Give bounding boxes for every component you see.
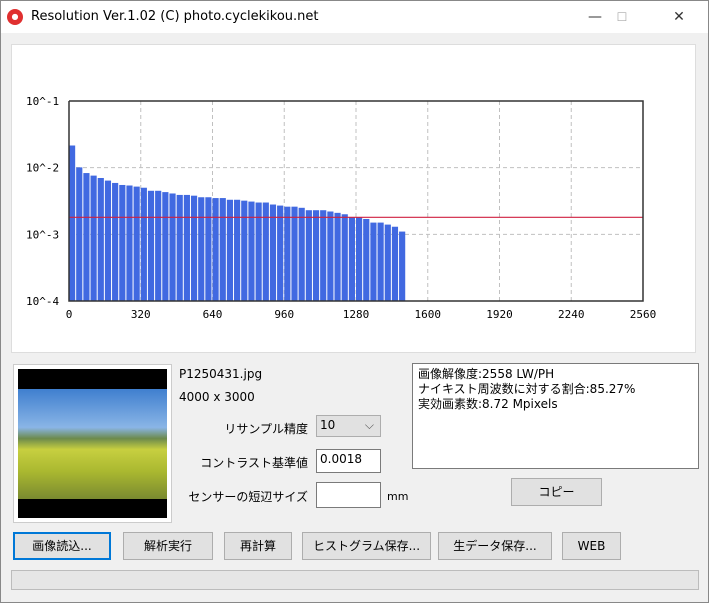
- save-raw-data-button[interactable]: 生データ保存...: [438, 532, 552, 560]
- x-tick-label: 320: [131, 308, 151, 321]
- load-image-button[interactable]: 画像読込...: [13, 532, 111, 560]
- histogram-bar: [305, 210, 312, 301]
- result-resolution: 画像解像度:2558 LW/PH: [418, 367, 555, 381]
- histogram-bar: [241, 200, 248, 301]
- result-textbox[interactable]: 画像解像度:2558 LW/PH ナイキスト周波数に対する割合:85.27% 実…: [412, 363, 699, 469]
- y-tick-label: 10^-1: [26, 95, 59, 108]
- histogram-bar: [391, 226, 399, 301]
- copy-button[interactable]: コピー: [511, 478, 602, 506]
- image-thumbnail: [13, 364, 172, 523]
- histogram-bar: [219, 198, 226, 301]
- progress-bar: [11, 570, 699, 590]
- camera-icon: ●: [7, 9, 23, 25]
- resample-value: 10: [320, 418, 336, 432]
- x-tick-label: 1920: [486, 308, 513, 321]
- contrast-label: コントラスト基準値: [200, 456, 308, 470]
- histogram-bar: [277, 205, 284, 301]
- histogram-bar: [269, 204, 277, 301]
- histogram-bar: [90, 175, 97, 301]
- close-button[interactable]: ✕: [656, 1, 702, 33]
- histogram-bar: [320, 210, 327, 301]
- maximize-button[interactable]: ☐: [599, 1, 645, 33]
- histogram-bar: [327, 211, 334, 301]
- histogram-bar: [190, 195, 198, 301]
- recalculate-button[interactable]: 再計算: [224, 532, 292, 560]
- histogram-bar: [133, 186, 140, 301]
- contrast-input[interactable]: 0.0018: [316, 449, 381, 473]
- resample-select[interactable]: 10 ⌵: [316, 415, 381, 437]
- histogram-bar: [284, 206, 291, 301]
- x-tick-label: 2560: [630, 308, 657, 321]
- y-tick-label: 10^-2: [26, 162, 59, 175]
- file-name: P1250431.jpg: [179, 367, 263, 381]
- sensor-unit: mm: [387, 490, 409, 503]
- histogram-bar: [341, 214, 348, 301]
- y-tick-label: 10^-3: [26, 228, 59, 241]
- x-tick-label: 1280: [343, 308, 370, 321]
- histogram-bar: [248, 201, 255, 301]
- histogram-bar: [112, 182, 119, 301]
- histogram-bar: [384, 224, 391, 301]
- result-effective-pixels: 実効画素数:8.72 Mpixels: [418, 397, 558, 411]
- histogram-bar: [205, 197, 212, 301]
- histogram-bar: [198, 197, 205, 301]
- chevron-down-icon: ⌵: [364, 418, 374, 432]
- x-tick-label: 0: [66, 308, 73, 321]
- histogram-bar: [83, 173, 90, 301]
- histogram-bar: [298, 207, 305, 301]
- histogram-chart-panel: 0 320 640 960 1280 1600 1920 2240 2560 10^-1 10^-2…: [11, 44, 696, 353]
- histogram-bar: [183, 194, 190, 301]
- x-tick-label: 640: [203, 308, 223, 321]
- histogram-bar: [377, 222, 384, 301]
- histogram-bar: [399, 231, 406, 301]
- resample-label: リサンプル精度: [224, 422, 308, 436]
- result-nyquist-ratio: ナイキスト周波数に対する割合:85.27%: [418, 382, 636, 396]
- x-tick-label: 2240: [558, 308, 585, 321]
- histogram-bar: [162, 192, 169, 301]
- y-tick-label: 10^-4: [26, 295, 59, 308]
- histogram-bar: [176, 194, 183, 301]
- sensor-size-label: センサーの短辺サイズ: [188, 490, 308, 504]
- web-button[interactable]: WEB: [562, 532, 621, 560]
- histogram-bar: [126, 185, 133, 301]
- save-histogram-button[interactable]: ヒストグラム保存...: [302, 532, 431, 560]
- histogram-bar: [312, 210, 320, 301]
- window-title: Resolution Ver.1.02 (C) photo.cyclekikou…: [31, 9, 319, 24]
- histogram-bar: [348, 217, 355, 301]
- histogram-chart: 0 320 640 960 1280 1600 1920 2240 2560 10^-1 10^-2…: [26, 95, 657, 321]
- title-bar: ● Resolution Ver.1.02 (C) photo.cyclekik…: [1, 1, 708, 33]
- histogram-bar: [155, 190, 162, 301]
- histogram-bar: [147, 190, 155, 301]
- thumbnail-photo: [18, 389, 167, 499]
- histogram-bar: [226, 199, 234, 301]
- histogram-bar: [119, 184, 126, 301]
- histogram-bar: [140, 187, 147, 301]
- sensor-size-input[interactable]: [316, 482, 381, 508]
- histogram-bar: [356, 217, 363, 301]
- histogram-bar: [169, 193, 176, 301]
- histogram-bar: [363, 218, 370, 301]
- histogram-bar: [212, 198, 219, 301]
- histogram-bar: [370, 222, 377, 301]
- histogram-bar: [234, 199, 241, 301]
- x-tick-label: 960: [274, 308, 294, 321]
- histogram-bar: [104, 180, 112, 301]
- histogram-bar: [69, 145, 76, 301]
- analyze-button[interactable]: 解析実行: [123, 532, 213, 560]
- histogram-bar: [97, 177, 104, 301]
- histogram-bar: [334, 212, 341, 301]
- histogram-bar: [76, 167, 83, 301]
- thumbnail-frame: [18, 369, 167, 518]
- image-dimensions: 4000 x 3000: [179, 390, 255, 404]
- histogram-bar: [291, 206, 298, 301]
- x-tick-label: 1600: [415, 308, 442, 321]
